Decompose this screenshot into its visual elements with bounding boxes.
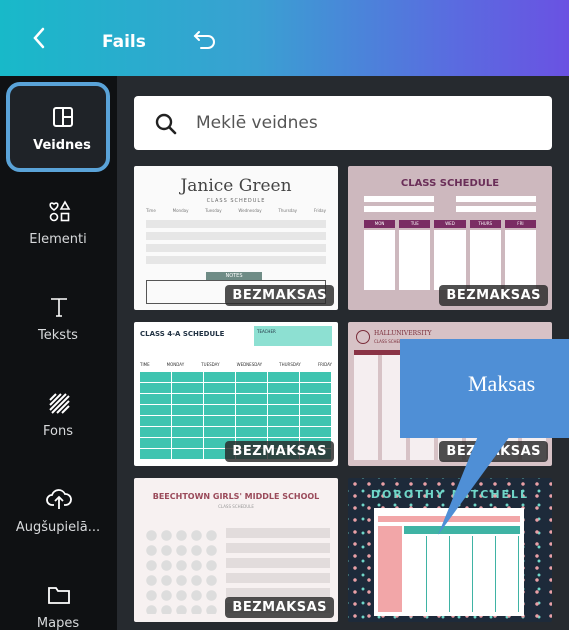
- files-menu[interactable]: Fails: [102, 32, 146, 52]
- template-title: DOROTHY MITCHELL: [370, 488, 530, 501]
- template-day-columns: MON TUE WED THURS FRI: [364, 220, 537, 290]
- free-badge: BEZMAKSAS: [225, 441, 334, 462]
- template-field: [456, 206, 536, 212]
- back-button[interactable]: [32, 26, 46, 55]
- background-icon: [49, 393, 70, 414]
- template-card-janice-green[interactable]: Janice Green CLASS SCHEDULE Time Monday Tu…: [134, 166, 338, 310]
- search-icon: [155, 113, 177, 135]
- free-badge: BEZMAKSAS: [439, 285, 548, 306]
- template-header-row: [378, 516, 520, 522]
- template-card-dorothy-mitchell[interactable]: DOROTHY MITCHELL: [348, 478, 552, 622]
- template-day-header: [404, 526, 520, 534]
- folder-icon: [48, 587, 70, 604]
- free-badge: BEZMAKSAS: [225, 285, 334, 306]
- sidebar: Veidnes Elementi Teksts Fons Augšupielā.…: [0, 76, 117, 630]
- sidebar-item-folders[interactable]: Mapes: [6, 564, 110, 630]
- sidebar-item-label: Teksts: [38, 328, 78, 343]
- canva-editor: Fails Veidnes Elementi Teksts Fons Augšu…: [0, 0, 569, 630]
- template-time-column: [378, 526, 402, 612]
- template-card-class-schedule[interactable]: CLASS SCHEDULE MON TUE WED THURS FRI BEZ…: [348, 166, 552, 310]
- templates-panel: Meklē veidnes Janice Green CLASS SCHEDUL…: [117, 76, 569, 630]
- top-bar: Fails: [0, 0, 569, 76]
- template-title: BEECHTOWN GIRLS' MIDDLE SCHOOL: [152, 492, 320, 501]
- template-subtitle: CLASS SCHEDULE: [218, 504, 254, 509]
- sidebar-item-elements[interactable]: Elementi: [6, 180, 110, 270]
- free-badge: BEZMAKSAS: [439, 441, 548, 462]
- template-header-row: Time Monday Tuesday Wednesday Thursday Friday: [146, 208, 326, 213]
- template-field: [364, 206, 434, 212]
- template-subtitle: TEACHER: [254, 326, 332, 346]
- sidebar-item-label: Augšupielā...: [15, 520, 101, 535]
- sidebar-item-label: Fons: [43, 424, 73, 439]
- template-card-class-4a[interactable]: CLASS 4-A SCHEDULE TEACHER TIME MONDAY TUE…: [134, 322, 338, 466]
- sidebar-item-label: Mapes: [36, 616, 80, 630]
- template-card-beechtown[interactable]: BEECHTOWN GIRLS' MIDDLE SCHOOL CLASS SCH…: [134, 478, 338, 622]
- sidebar-item-text[interactable]: Teksts: [6, 276, 110, 366]
- text-icon: [51, 298, 67, 317]
- template-icon: [53, 107, 73, 127]
- free-badge: BEZMAKSAS: [225, 597, 334, 618]
- sidebar-item-uploads[interactable]: Augšupielā...: [6, 468, 110, 558]
- upload-icon: [46, 489, 72, 509]
- sidebar-item-label: Veidnes: [33, 138, 91, 153]
- undo-icon[interactable]: [192, 28, 218, 52]
- template-notes-label: NOTES: [206, 272, 262, 280]
- template-title: CLASS SCHEDULE: [400, 178, 500, 189]
- search-placeholder: Meklē veidnes: [196, 113, 318, 133]
- template-field: [456, 196, 536, 202]
- paid-callout: Maksas: [400, 339, 569, 438]
- sidebar-item-background[interactable]: Fons: [6, 372, 110, 462]
- template-title: CLASS 4-A SCHEDULE: [140, 330, 225, 338]
- sidebar-item-label: Elementi: [29, 232, 87, 247]
- template-grid: [146, 220, 326, 268]
- seal-icon: [356, 330, 370, 344]
- sidebar-item-templates[interactable]: Veidnes: [6, 82, 110, 172]
- template-title: HALLUNIVERSITY: [374, 330, 432, 337]
- search-input[interactable]: Meklē veidnes: [134, 96, 552, 150]
- chevron-left-icon: [33, 27, 45, 49]
- template-subtitle: CLASS SCHEDULE: [206, 198, 266, 204]
- template-field: [364, 196, 434, 202]
- template-dots: [144, 528, 220, 614]
- callout-text: Maksas: [468, 371, 536, 396]
- shapes-icon: [49, 200, 71, 222]
- template-header-row: TIME MONDAY TUESDAY WEDNESDAY THURSDAY FRIDAY: [140, 362, 332, 367]
- template-title: Janice Green: [180, 176, 292, 196]
- template-grid: [404, 536, 520, 612]
